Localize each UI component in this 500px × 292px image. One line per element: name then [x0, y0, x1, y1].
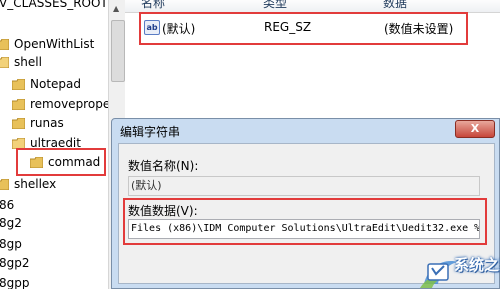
watermark-text: 系统之家	[454, 256, 500, 274]
tree-item-notepad[interactable]: Notepad	[12, 75, 81, 93]
highlight-box-default-value	[139, 12, 468, 45]
tree-item-cut-5[interactable]: 8gpp	[0, 274, 30, 289]
value-name-field[interactable]: (默认)	[128, 176, 480, 196]
tree-item-cut-3[interactable]: 8gp	[0, 235, 22, 253]
folder-icon	[12, 118, 25, 129]
scrollbar-thumb[interactable]	[111, 20, 125, 82]
tree-item-cut-1[interactable]: 86	[0, 196, 14, 214]
highlight-box-commad	[16, 148, 106, 176]
value-name-label: 数值名称(N):	[128, 159, 199, 173]
tree-item-cut-2[interactable]: 8g2	[0, 214, 22, 232]
tree-item-openwithlist[interactable]: OpenWithList	[0, 35, 94, 53]
highlight-box-value-data	[123, 198, 487, 245]
close-icon: X	[470, 122, 480, 135]
column-data-header[interactable]: 数据	[383, 0, 407, 9]
tree-root-partial[interactable]: V_CLASSES_ROOT	[0, 0, 108, 12]
tree-item-cut-4[interactable]: 8gp2	[0, 254, 30, 272]
folder-icon	[12, 79, 25, 90]
tree-item-shell[interactable]: shell	[0, 53, 42, 71]
folder-open-icon	[0, 57, 9, 68]
tree-item-runas[interactable]: runas	[12, 114, 64, 132]
tree-item-removeproper[interactable]: removeproper	[12, 95, 108, 113]
scroll-up-arrow-icon[interactable]: ▲	[113, 4, 119, 13]
folder-icon	[12, 99, 25, 110]
registry-tree: V_CLASSES_ROOT OpenWithList shell Notepa…	[0, 0, 108, 289]
dialog-title: 编辑字符串	[120, 125, 181, 139]
column-type-header[interactable]: 类型	[263, 0, 287, 9]
value-name-field-text: (默认)	[131, 179, 162, 192]
folder-icon	[0, 179, 9, 190]
column-name-header[interactable]: 名称	[141, 0, 165, 9]
folder-icon	[0, 39, 9, 50]
tree-item-shellex[interactable]: shellex	[0, 175, 56, 193]
close-button[interactable]: X	[455, 120, 495, 138]
